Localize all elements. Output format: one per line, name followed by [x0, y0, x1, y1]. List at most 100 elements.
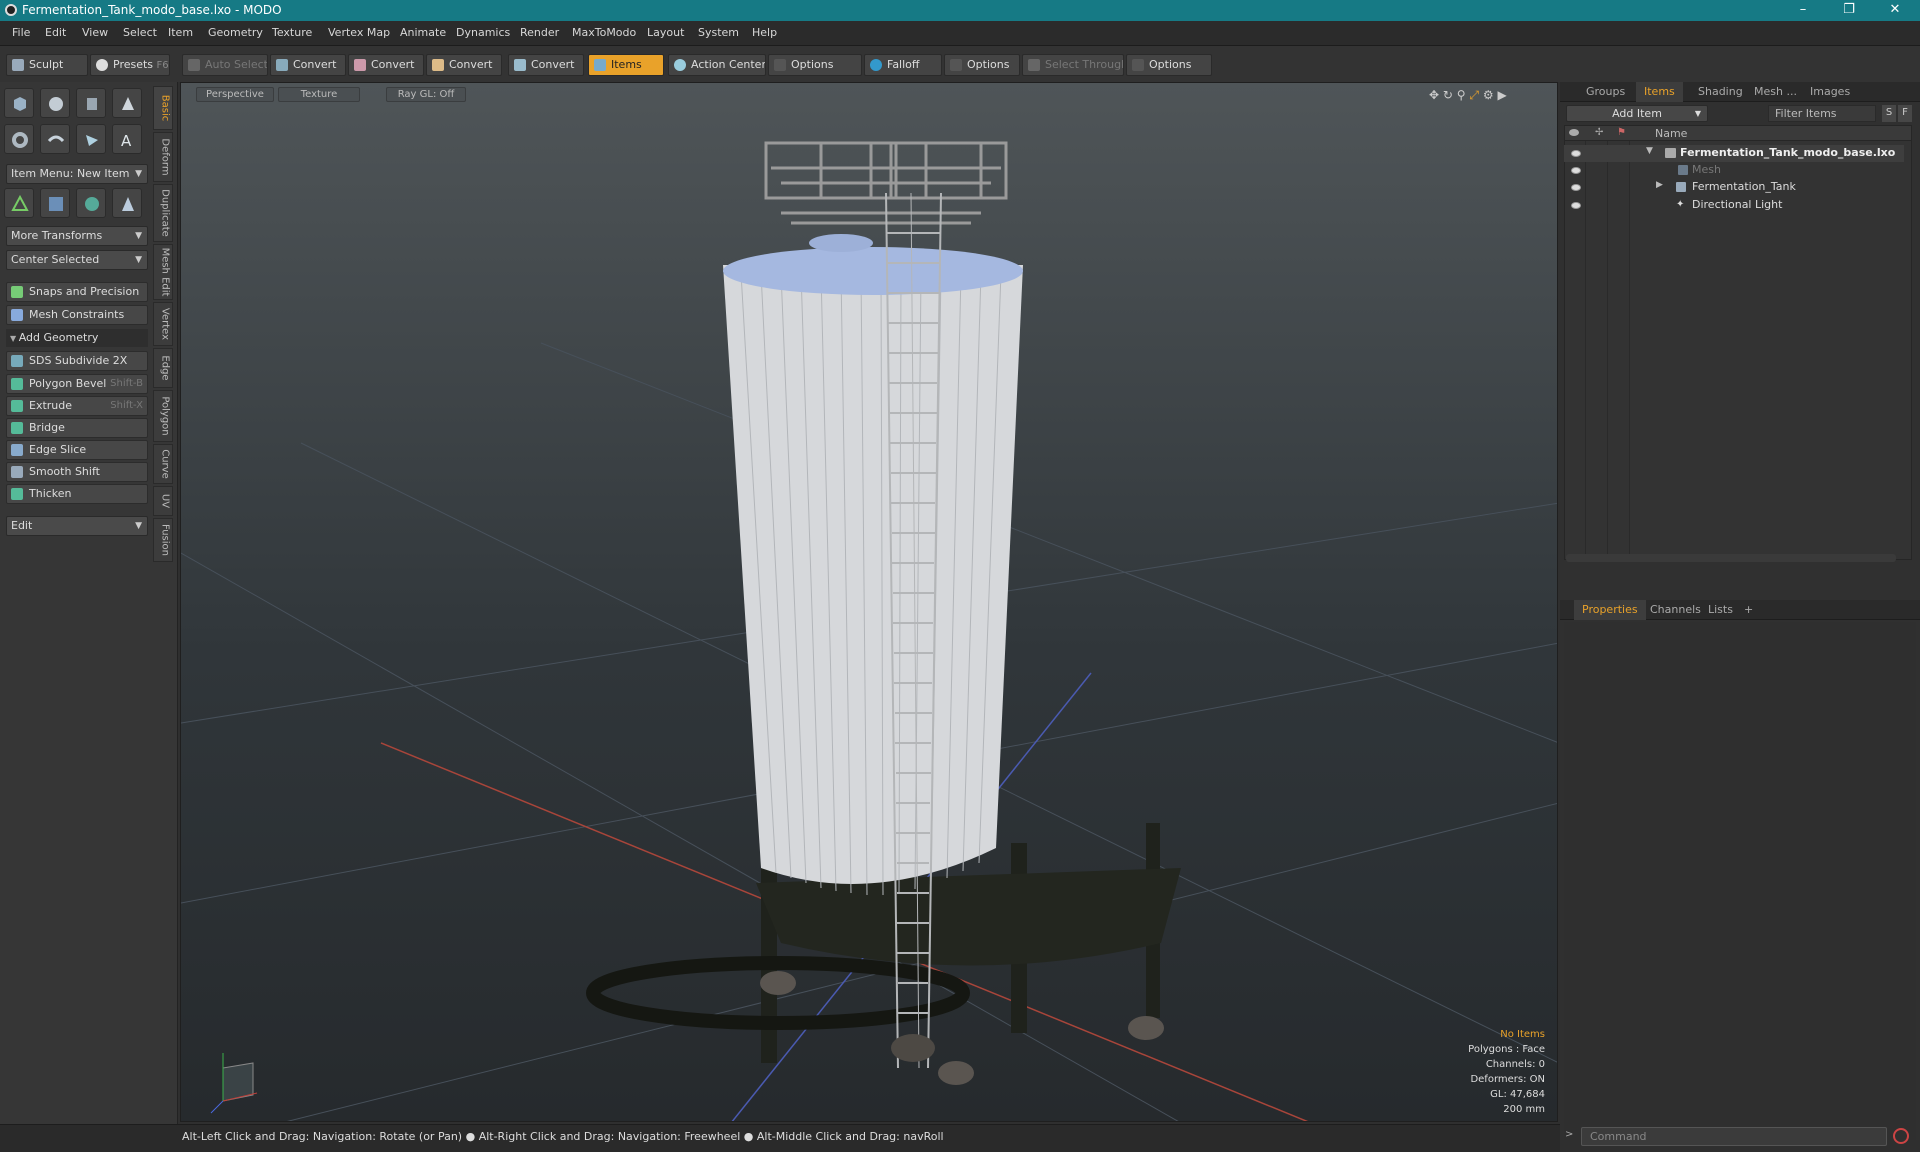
- 3d-viewport[interactable]: Perspective Texture Ray GL: Off ✥ ↻ ⚲ ⤢ …: [180, 82, 1558, 1122]
- menu-animate[interactable]: Animate: [400, 26, 446, 39]
- falloff-button[interactable]: Falloff: [864, 54, 942, 76]
- tab-deform[interactable]: Deform: [153, 132, 173, 182]
- minimize-button[interactable]: –: [1780, 0, 1826, 21]
- items-mode-button[interactable]: Items: [588, 54, 664, 76]
- cone-tool[interactable]: [112, 88, 142, 118]
- tree-item-directional-light[interactable]: ✦ Directional Light: [1564, 197, 1904, 214]
- menu-help[interactable]: Help: [752, 26, 777, 39]
- menu-dynamics[interactable]: Dynamics: [456, 26, 510, 39]
- menu-view[interactable]: View: [82, 26, 108, 39]
- rotate-view-icon[interactable]: ↻: [1443, 88, 1453, 102]
- tab-edge[interactable]: Edge: [153, 348, 173, 388]
- action-center-button[interactable]: Action Center: [668, 54, 766, 76]
- tab-mesh-edit[interactable]: Mesh Edit: [153, 244, 173, 300]
- grid-tool[interactable]: [40, 188, 70, 218]
- tree-item-mesh[interactable]: Mesh: [1564, 162, 1904, 179]
- menu-edit[interactable]: Edit: [45, 26, 66, 39]
- close-button[interactable]: ✕: [1872, 0, 1918, 21]
- sculpt-button[interactable]: Sculpt: [6, 54, 88, 76]
- visibility-eye-icon[interactable]: [1571, 167, 1581, 174]
- tool-sds-subdivide[interactable]: SDS Subdivide 2X: [6, 351, 148, 371]
- convert-item-button[interactable]: Convert: [508, 54, 584, 76]
- tool-thicken[interactable]: Thicken: [6, 484, 148, 504]
- menu-maxtomodo[interactable]: MaxToModo: [572, 26, 636, 39]
- snaps-precision-button[interactable]: Snaps and Precision: [6, 282, 148, 302]
- item-menu-dropdown[interactable]: Item Menu: New Item ▼: [6, 164, 148, 184]
- tab-images[interactable]: Images: [1802, 82, 1858, 102]
- edit-dropdown[interactable]: Edit ▼: [6, 516, 148, 536]
- menu-select[interactable]: Select: [123, 26, 157, 39]
- stretch-tool[interactable]: [112, 188, 142, 218]
- tab-groups[interactable]: Groups: [1578, 82, 1633, 102]
- more-icon[interactable]: ▶: [1497, 88, 1506, 102]
- options-button-2[interactable]: Options: [944, 54, 1020, 76]
- add-tab-icon[interactable]: +: [1736, 600, 1761, 620]
- menu-vertex-map[interactable]: Vertex Map: [328, 26, 390, 39]
- command-expand-icon[interactable]: >: [1565, 1129, 1573, 1140]
- menu-render[interactable]: Render: [520, 26, 559, 39]
- tool-smooth-shift[interactable]: Smooth Shift: [6, 462, 148, 482]
- visibility-eye-icon[interactable]: [1571, 150, 1581, 157]
- text-tool[interactable]: A: [112, 124, 142, 154]
- options-button-3[interactable]: Options: [1126, 54, 1212, 76]
- visibility-eye-icon[interactable]: [1571, 184, 1581, 191]
- cylinder-tool[interactable]: [76, 88, 106, 118]
- convert-polygon-button[interactable]: Convert: [426, 54, 502, 76]
- maximize-button[interactable]: ❐: [1826, 0, 1872, 21]
- cube-tool[interactable]: [4, 88, 34, 118]
- visibility-eye-icon[interactable]: [1571, 202, 1581, 209]
- auto-select-button[interactable]: Auto Select: [182, 54, 268, 76]
- tree-scrollbar[interactable]: [1566, 554, 1896, 562]
- menu-layout[interactable]: Layout: [647, 26, 684, 39]
- tab-fusion[interactable]: Fusion: [153, 518, 173, 562]
- menu-file[interactable]: File: [12, 26, 30, 39]
- torus-tool[interactable]: [4, 124, 34, 154]
- globe-tool[interactable]: [76, 188, 106, 218]
- tool-edge-slice[interactable]: Edge Slice: [6, 440, 148, 460]
- tab-channels[interactable]: Channels: [1642, 600, 1709, 620]
- record-icon[interactable]: [1893, 1128, 1909, 1144]
- filter-f-button[interactable]: F: [1898, 105, 1912, 122]
- center-selected-dropdown[interactable]: Center Selected ▼: [6, 250, 148, 270]
- tree-item-fermentation-tank[interactable]: ▶ Fermentation_Tank: [1564, 179, 1904, 196]
- expand-arrow-icon[interactable]: ▼: [1646, 146, 1653, 156]
- command-input[interactable]: Command: [1581, 1127, 1887, 1146]
- menu-geometry[interactable]: Geometry: [208, 26, 263, 39]
- maximize-view-icon[interactable]: ⤢: [1469, 88, 1479, 102]
- transform-tool[interactable]: [4, 188, 34, 218]
- sphere-tool[interactable]: [40, 88, 70, 118]
- zoom-view-icon[interactable]: ⚲: [1457, 88, 1466, 102]
- tab-properties[interactable]: Properties: [1574, 600, 1646, 620]
- options-button-1[interactable]: Options: [768, 54, 862, 76]
- filter-items-input[interactable]: Filter Items: [1768, 105, 1876, 122]
- curve-tool[interactable]: [76, 124, 106, 154]
- move-view-icon[interactable]: ✥: [1429, 88, 1439, 102]
- tab-lists[interactable]: Lists: [1700, 600, 1741, 620]
- crosshair-icon: [674, 59, 686, 71]
- tab-basic[interactable]: Basic: [153, 86, 173, 130]
- tree-item-scene[interactable]: ▼ Fermentation_Tank_modo_base.lxo: [1564, 145, 1904, 162]
- tool-polygon-bevel[interactable]: Polygon Bevel Shift-B: [6, 374, 148, 394]
- mesh-constraints-button[interactable]: Mesh Constraints: [6, 305, 148, 325]
- tool-extrude[interactable]: Extrude Shift-X: [6, 396, 148, 416]
- convert-edge-button[interactable]: Convert: [348, 54, 424, 76]
- tool-bridge[interactable]: Bridge: [6, 418, 148, 438]
- select-through-button[interactable]: Select Through: [1022, 54, 1124, 76]
- add-geometry-header[interactable]: ▼ Add Geometry: [6, 329, 148, 347]
- filter-s-button[interactable]: S: [1882, 105, 1896, 122]
- gear-icon[interactable]: ⚙: [1483, 88, 1494, 102]
- convert-vertex-button[interactable]: Convert: [270, 54, 346, 76]
- menu-texture[interactable]: Texture: [272, 26, 312, 39]
- expand-arrow-icon[interactable]: ▶: [1656, 180, 1663, 190]
- add-item-dropdown[interactable]: Add Item ▼: [1566, 105, 1708, 122]
- tab-duplicate[interactable]: Duplicate: [153, 184, 173, 242]
- more-transforms-dropdown[interactable]: More Transforms ▼: [6, 226, 148, 246]
- tab-shading[interactable]: Shading: [1690, 82, 1751, 102]
- tab-items[interactable]: Items: [1636, 82, 1683, 102]
- tab-mesh[interactable]: Mesh ...: [1746, 82, 1805, 102]
- menu-item[interactable]: Item: [168, 26, 193, 39]
- presets-button[interactable]: Presets F6: [90, 54, 170, 76]
- name-column-header[interactable]: Name: [1655, 127, 1687, 140]
- pen-tool[interactable]: [40, 124, 70, 154]
- menu-system[interactable]: System: [698, 26, 739, 39]
